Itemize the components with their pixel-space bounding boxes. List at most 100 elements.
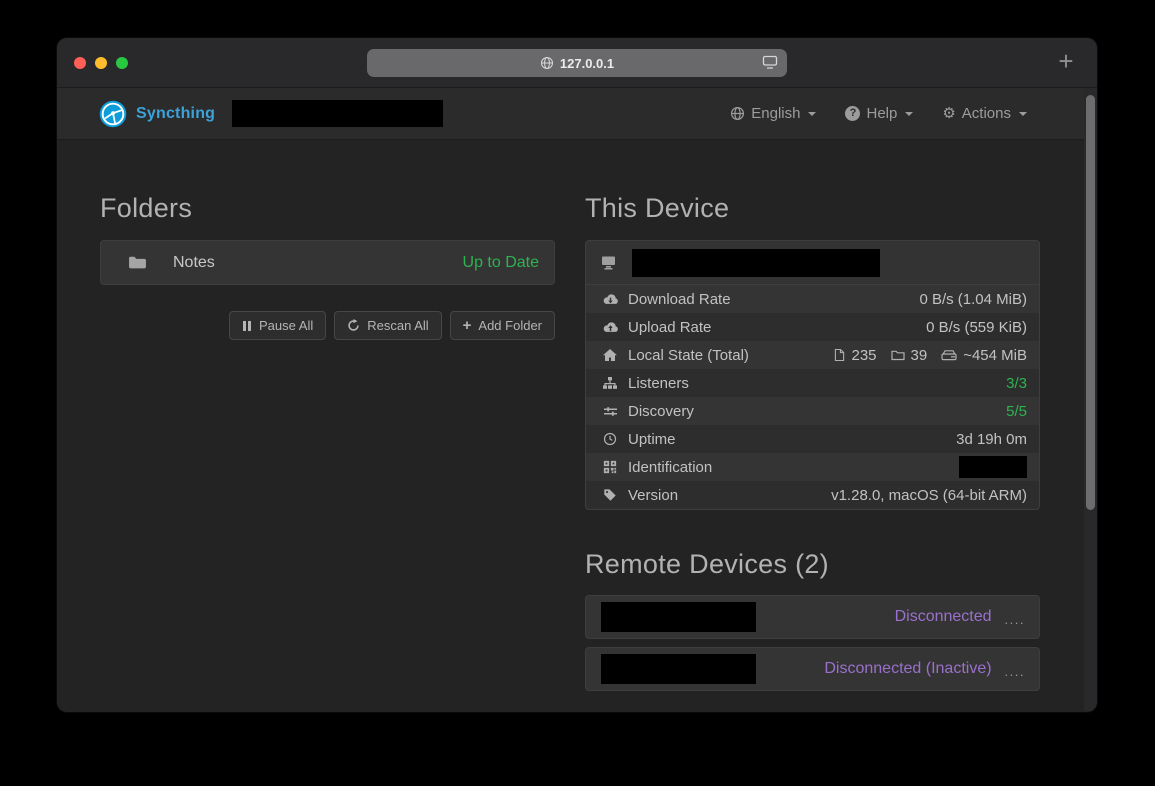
chevron-down-icon [808, 112, 816, 116]
navbar-menus: English ? Help ⚙ Actions [730, 105, 1027, 122]
remote-device-row[interactable]: Disconnected .... [585, 595, 1040, 639]
scrollbar-thumb[interactable] [1086, 95, 1095, 510]
row-label: Discovery [628, 403, 694, 420]
chevron-down-icon [1019, 112, 1027, 116]
file-count: 235 [851, 347, 876, 364]
sliders-icon [600, 405, 620, 418]
table-row-discovery: Discovery 5/5 [586, 397, 1039, 425]
help-menu-label: Help [866, 105, 897, 122]
rescan-all-label: Rescan All [367, 318, 428, 333]
remote-device-row[interactable]: Disconnected (Inactive) .... [585, 647, 1040, 691]
chevron-down-icon [905, 112, 913, 116]
table-row-download-rate: Download Rate 0 B/s (1.04 MiB) [586, 285, 1039, 313]
navbar: Syncthing English ? Help [57, 88, 1097, 140]
row-label: Listeners [628, 375, 689, 392]
folder-status-badge: Up to Date [463, 254, 539, 272]
this-device-heading: This Device [585, 193, 1040, 224]
table-row-version: Version v1.28.0, macOS (64-bit ARM) [586, 481, 1039, 509]
scrollbar-track[interactable] [1084, 88, 1097, 711]
url-text: 127.0.0.1 [560, 56, 614, 71]
table-row-identification: Identification [586, 453, 1039, 481]
add-folder-label: Add Folder [478, 318, 542, 333]
this-device-table: Download Rate 0 B/s (1.04 MiB) Upload Ra… [586, 285, 1039, 509]
device-icon [600, 255, 617, 270]
identification-value [959, 456, 1027, 478]
table-row-listeners: Listeners 3/3 [586, 369, 1039, 397]
row-label: Download Rate [628, 291, 731, 308]
folder-actions: Pause All Rescan All + Add Fol [100, 311, 555, 340]
close-window-button[interactable] [74, 57, 86, 69]
row-label: Local State (Total) [628, 347, 749, 364]
folders-heading: Folders [100, 193, 555, 224]
folder-icon [128, 255, 147, 270]
rescan-all-button[interactable]: Rescan All [334, 311, 441, 340]
browser-titlebar: 127.0.0.1 + [57, 38, 1097, 88]
folder-count: 39 [911, 347, 928, 364]
actions-menu-label: Actions [962, 105, 1011, 122]
listeners-value: 3/3 [1006, 375, 1027, 392]
row-label: Identification [628, 459, 712, 476]
main-area: Folders Notes Up to Date [57, 140, 1097, 711]
gear-icon: ⚙ [942, 106, 955, 121]
redacted-device-name [632, 249, 880, 277]
device-column: This Device [585, 193, 1040, 699]
table-row-local-state: Local State (Total) 235 [586, 341, 1039, 369]
cloud-upload-icon [600, 321, 620, 334]
tag-icon [600, 488, 620, 502]
redacted-device-id [959, 456, 1027, 478]
local-size: ~454 MiB [963, 347, 1027, 364]
refresh-icon [347, 319, 360, 332]
pause-all-button[interactable]: Pause All [229, 311, 326, 340]
globe-icon [730, 106, 745, 121]
this-device-panel: Download Rate 0 B/s (1.04 MiB) Upload Ra… [585, 240, 1040, 510]
page-content: Syncthing English ? Help [57, 88, 1097, 711]
ellipsis-icon: .... [1005, 664, 1025, 679]
address-bar[interactable]: 127.0.0.1 [367, 49, 787, 77]
file-icon [834, 348, 845, 362]
upload-rate-value: 0 B/s (559 KiB) [926, 319, 1027, 336]
add-folder-button[interactable]: + Add Folder [450, 311, 555, 340]
version-value: v1.28.0, macOS (64-bit ARM) [831, 487, 1027, 504]
clock-icon [600, 432, 620, 446]
zoom-window-button[interactable] [116, 57, 128, 69]
folder-outline-icon [891, 349, 905, 361]
ellipsis-icon: .... [1005, 612, 1025, 627]
pause-all-label: Pause All [259, 318, 313, 333]
sitemap-icon [600, 376, 620, 390]
language-menu[interactable]: English [730, 105, 816, 122]
remote-status-badge: Disconnected [895, 608, 992, 626]
row-label: Upload Rate [628, 319, 711, 336]
folders-column: Folders Notes Up to Date [100, 193, 555, 340]
hdd-icon [941, 349, 957, 362]
tab-overview-icon[interactable] [762, 55, 778, 70]
table-row-uptime: Uptime 3d 19h 0m [586, 425, 1039, 453]
folder-row-notes[interactable]: Notes Up to Date [100, 240, 555, 285]
uptime-value: 3d 19h 0m [956, 431, 1027, 448]
folder-name: Notes [173, 254, 215, 272]
help-menu[interactable]: ? Help [845, 105, 913, 122]
plus-icon: + [463, 318, 472, 333]
remote-status-badge: Disconnected (Inactive) [824, 660, 991, 678]
table-row-upload-rate: Upload Rate 0 B/s (559 KiB) [586, 313, 1039, 341]
browser-window: 127.0.0.1 + Syncthing [57, 38, 1097, 712]
brand-name[interactable]: Syncthing [136, 105, 215, 123]
discovery-value: 5/5 [1006, 403, 1027, 420]
minimize-window-button[interactable] [95, 57, 107, 69]
home-icon [600, 348, 620, 362]
redacted-remote-device-name [601, 602, 756, 632]
new-tab-button[interactable]: + [1051, 46, 1081, 77]
row-label: Version [628, 487, 678, 504]
download-rate-value: 0 B/s (1.04 MiB) [919, 291, 1027, 308]
actions-menu[interactable]: ⚙ Actions [942, 105, 1027, 122]
this-device-header[interactable] [586, 241, 1039, 285]
redacted-remote-device-name [601, 654, 756, 684]
syncthing-logo-icon [99, 100, 127, 128]
language-menu-label: English [751, 105, 800, 122]
cloud-download-icon [600, 293, 620, 306]
remote-devices-heading: Remote Devices (2) [585, 549, 1040, 580]
redacted-host-text [232, 100, 443, 127]
traffic-lights [74, 57, 128, 69]
row-label: Uptime [628, 431, 676, 448]
globe-icon [540, 56, 554, 70]
question-circle-icon: ? [845, 106, 860, 121]
